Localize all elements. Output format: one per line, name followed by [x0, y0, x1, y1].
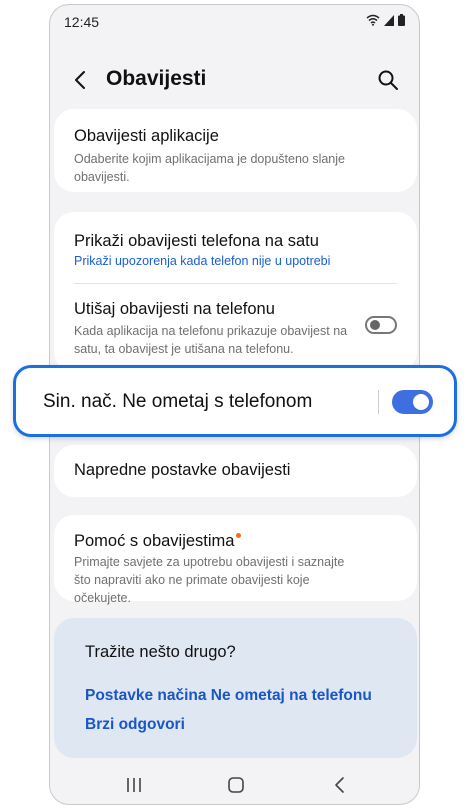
app-notifications-subtitle: Odaberite kojim aplikacijama je dopušten…	[74, 152, 345, 184]
app-header: Obavijesti	[50, 60, 419, 100]
status-time: 12:45	[64, 14, 100, 30]
page-title: Obavijesti	[106, 67, 207, 90]
mute-on-phone-title: Utišaj obavijesti na telefonu	[74, 300, 275, 318]
help-notifications-title: Pomoć s obavijestima	[74, 532, 242, 551]
signal-icon	[384, 14, 394, 26]
back-arrow-icon[interactable]	[72, 68, 92, 92]
help-notifications-subtitle: Primajte savjete za upotrebu obavijesti …	[74, 555, 345, 605]
navigation-bar	[50, 763, 419, 804]
battery-icon	[398, 14, 405, 26]
back-icon[interactable]	[330, 775, 350, 795]
status-bar: 12:45	[50, 5, 419, 39]
mute-on-phone-item[interactable]: Utišaj obavijesti na telefonu Kada aplik…	[54, 284, 417, 364]
show-on-watch-title: Prikaži obavijesti telefona na satu	[74, 232, 319, 250]
app-notifications-item[interactable]: Obavijesti aplikacije Odaberite kojim ap…	[54, 109, 417, 192]
looking-for-something-else-card: Tražite nešto drugo? Postavke načina Ne …	[54, 618, 417, 758]
advanced-settings-title: Napredne postavke obavijesti	[74, 461, 291, 479]
new-badge-dot	[236, 533, 242, 538]
search-icon[interactable]	[377, 69, 399, 91]
show-on-watch-item[interactable]: Prikaži obavijesti telefona na satu Prik…	[54, 212, 417, 276]
help-notifications-item[interactable]: Pomoć s obavijestima Primajte savjete za…	[54, 515, 417, 605]
advanced-settings-item[interactable]: Napredne postavke obavijesti	[54, 445, 417, 497]
sync-dnd-title: Sin. nač. Ne ometaj s telefonom	[43, 391, 313, 412]
dnd-settings-link[interactable]: Postavke načina Ne ometaj na telefonu	[85, 687, 372, 705]
home-icon[interactable]	[226, 775, 246, 795]
help-notifications-title-text: Pomoć s obavijestima	[74, 532, 235, 550]
toggle-separator	[378, 390, 379, 414]
wifi-icon	[366, 14, 380, 26]
quick-replies-link[interactable]: Brzi odgovori	[85, 716, 185, 734]
looking-for-title: Tražite nešto drugo?	[85, 643, 236, 661]
sync-dnd-toggle[interactable]	[392, 390, 433, 414]
toggle-knob	[413, 394, 429, 410]
status-icons	[366, 14, 405, 26]
sync-dnd-item-highlighted[interactable]: Sin. nač. Ne ometaj s telefonom	[13, 365, 457, 437]
mute-on-phone-subtitle: Kada aplikacija na telefonu prikazuje ob…	[74, 324, 348, 356]
mute-on-phone-toggle[interactable]	[365, 316, 397, 334]
watch-settings-card: Prikaži obavijesti telefona na satu Prik…	[54, 212, 417, 372]
recents-icon[interactable]	[124, 775, 144, 795]
show-on-watch-link[interactable]: Prikaži upozorenja kada telefon nije u u…	[74, 254, 330, 268]
app-notifications-title: Obavijesti aplikacije	[74, 127, 219, 145]
toggle-knob	[370, 320, 380, 330]
